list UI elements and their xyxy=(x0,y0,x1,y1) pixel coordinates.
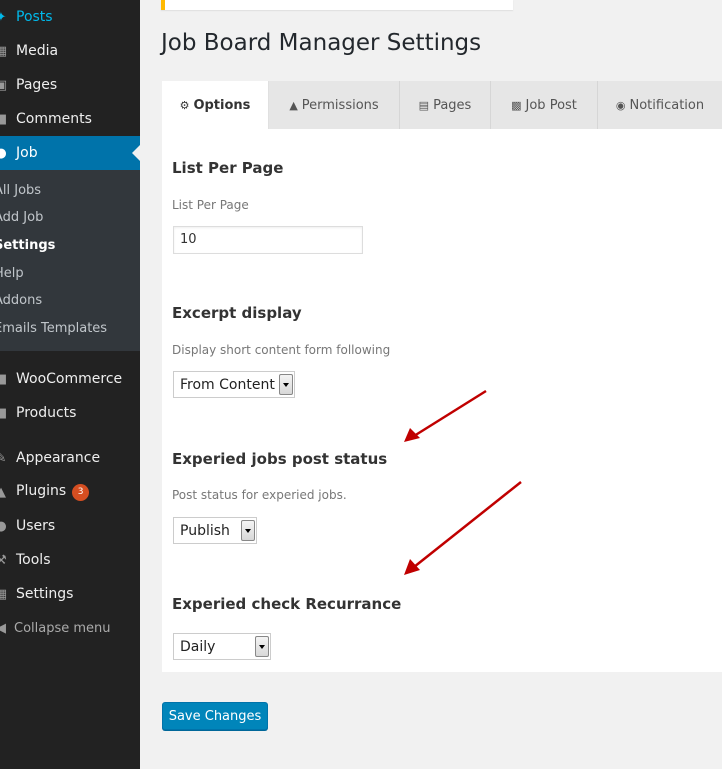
plugin-icon: ▲ xyxy=(0,484,6,500)
chevron-down-icon xyxy=(241,520,255,541)
annotation-arrow xyxy=(404,389,487,442)
settings-icon: ▦ xyxy=(0,586,8,602)
tools-icon: ⚒ xyxy=(0,552,7,568)
expired-status-desc: Post status for experied jobs. xyxy=(172,488,347,502)
tab-job-post[interactable]: ▩ Job Post xyxy=(491,81,598,129)
tab-permissions[interactable]: ▲ Permissions xyxy=(269,81,400,129)
collapse-icon: ◀ xyxy=(0,620,6,636)
menu-job[interactable]: ● Job xyxy=(0,136,140,170)
admin-notice xyxy=(161,0,513,10)
submenu-emails-templates[interactable]: Emails Templates xyxy=(0,321,107,336)
expired-status-title: Experied jobs post status xyxy=(172,450,388,468)
job-icon: ● xyxy=(0,145,7,161)
tab-notification[interactable]: ◉ Notification xyxy=(598,81,722,129)
submenu-add-job[interactable]: Add Job xyxy=(0,210,43,225)
menu-plugins[interactable]: ▲ Plugins 3 xyxy=(0,475,140,509)
submenu-help[interactable]: Help xyxy=(0,266,24,281)
plugin-update-count-badge: 3 xyxy=(72,484,90,501)
gears-icon: ⚙ xyxy=(179,98,190,112)
menu-settings[interactable]: ▦ Settings xyxy=(0,577,140,611)
file-icon: ▤ xyxy=(418,98,430,112)
users-icon: ● xyxy=(0,518,7,534)
submenu-settings[interactable]: Settings xyxy=(0,238,55,253)
plugins-label: Plugins xyxy=(16,483,67,499)
chevron-down-icon xyxy=(279,374,293,395)
list-per-page-input[interactable]: 10 xyxy=(173,226,363,254)
expired-status-select[interactable]: Publish xyxy=(173,517,257,544)
menu-pages[interactable]: ▣ Pages xyxy=(0,68,140,102)
excerpt-display-select[interactable]: From Content xyxy=(173,371,295,398)
menu-media[interactable]: ▦ Media xyxy=(0,34,140,68)
list-per-page-desc: List Per Page xyxy=(172,198,249,212)
submenu-addons[interactable]: Addons xyxy=(0,293,42,308)
admin-sidebar: ✦ Posts ▦ Media ▣ Pages ■ Comments ● Job… xyxy=(0,0,140,769)
pin-icon: ✦ xyxy=(0,9,7,25)
tab-options[interactable]: ⚙ Options xyxy=(162,81,269,129)
warning-icon: ▲ xyxy=(289,98,298,112)
products-icon: ■ xyxy=(0,405,8,421)
menu-woocommerce[interactable]: ■ WooCommerce xyxy=(0,362,140,396)
menu-tools[interactable]: ⚒ Tools xyxy=(0,543,140,577)
comment-icon: ■ xyxy=(0,111,8,127)
tab-pages[interactable]: ▤ Pages xyxy=(400,81,491,129)
job-submenu: All Jobs Add Job Settings Help Addons Em… xyxy=(0,170,140,351)
bell-icon: ◉ xyxy=(615,98,626,112)
collapse-menu-button[interactable]: ◀ Collapse menu xyxy=(0,611,140,645)
active-menu-arrow xyxy=(132,145,140,161)
excerpt-display-desc: Display short content form following xyxy=(172,343,391,357)
excerpt-display-title: Excerpt display xyxy=(172,304,302,322)
menu-users[interactable]: ● Users xyxy=(0,509,140,543)
expired-recurrance-title: Experied check Recurrance xyxy=(172,595,402,613)
media-icon: ▦ xyxy=(0,43,8,59)
save-changes-button[interactable]: Save Changes xyxy=(162,702,268,730)
brush-icon: ✎ xyxy=(0,450,7,466)
woocommerce-icon: ■ xyxy=(0,371,8,387)
list-per-page-title: List Per Page xyxy=(172,159,284,177)
expired-recurrance-select[interactable]: Daily xyxy=(173,633,271,660)
page-title: Job Board Manager Settings xyxy=(161,30,482,56)
submenu-all-jobs[interactable]: All Jobs xyxy=(0,183,41,198)
menu-posts[interactable]: ✦ Posts xyxy=(0,0,140,34)
menu-products[interactable]: ■ Products xyxy=(0,396,140,430)
briefcase-icon: ▩ xyxy=(511,98,522,112)
menu-appearance[interactable]: ✎ Appearance xyxy=(0,441,140,475)
annotation-arrow xyxy=(404,481,522,575)
settings-tabs: ⚙ Options ▲ Permissions ▤ Pages ▩ Job Po… xyxy=(162,81,722,129)
chevron-down-icon xyxy=(255,636,269,657)
menu-comments[interactable]: ■ Comments xyxy=(0,102,140,136)
pages-icon: ▣ xyxy=(0,77,8,93)
